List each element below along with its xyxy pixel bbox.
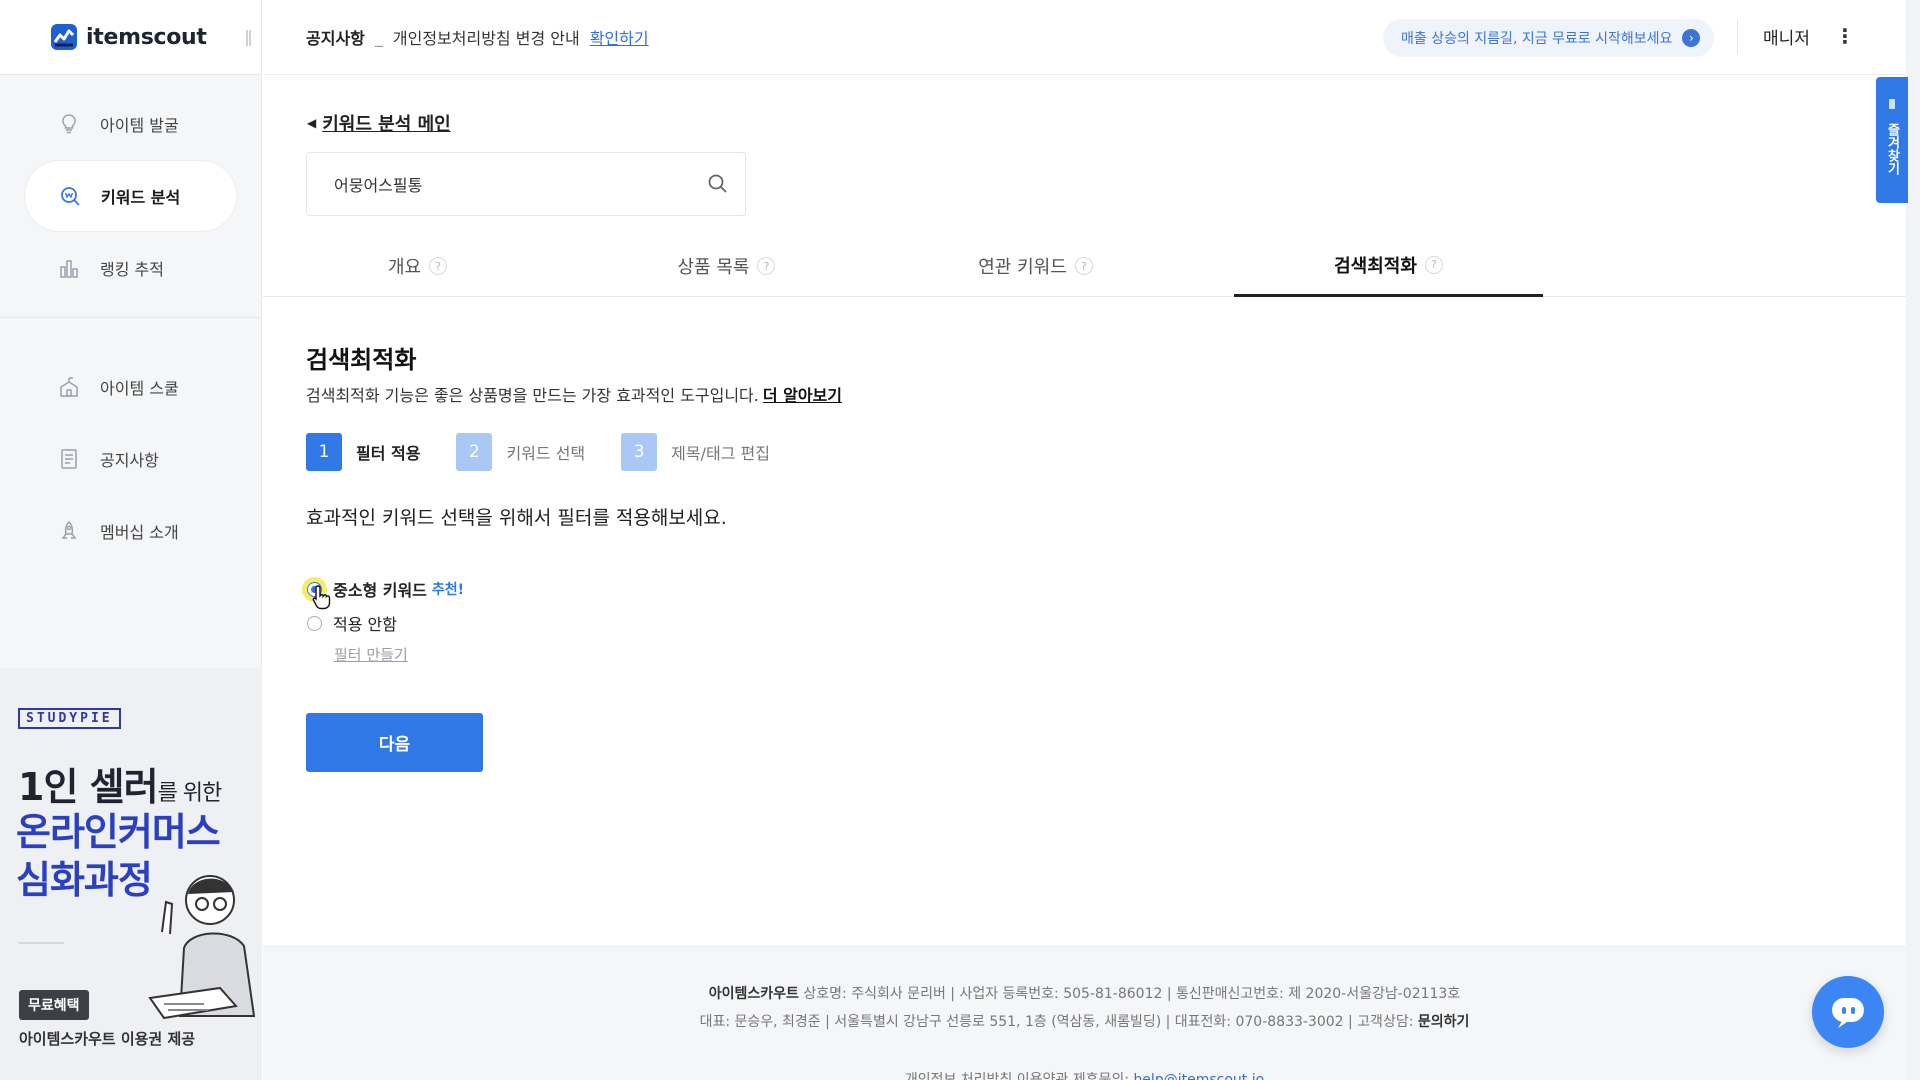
contact-link[interactable]: 문의하기 xyxy=(1418,1014,1470,1030)
footer-links: 개인정보 처리방침 이용약관 제휴문의: help@itemscout.io xyxy=(263,1069,1906,1080)
itemscout-logo-icon[interactable] xyxy=(50,23,78,51)
keyword-search-icon xyxy=(59,185,81,207)
step-label: 키워드 선택 xyxy=(506,444,586,463)
step-label: 필터 적용 xyxy=(356,444,421,463)
analysis-tabs: 개요 ? 상품 목록 ? 연관 키워드 ? 검색최적화 ? xyxy=(263,235,1906,297)
section-title: 검색최적화 xyxy=(306,346,417,374)
top-bar: 공지사항 _ 개인정보처리방침 변경 안내 확인하기 매출 상승의 지름길, 지… xyxy=(263,0,1920,75)
footer-contact-info: 대표: 문승우, 최경준 | 서울특별시 강남구 선릉로 551, 1층 (역삼… xyxy=(699,1014,1470,1030)
scrollbar-track[interactable] xyxy=(1906,0,1920,1080)
learn-more-link[interactable]: 더 알아보기 xyxy=(763,386,842,405)
footer-company-info: 아이템스카우트 상호명: 주식회사 문리버 | 사업자 등록번호: 505-81… xyxy=(708,986,1461,1002)
banner-footnote: 아이템스카우트 이용권 제공 xyxy=(19,1030,196,1048)
make-filter-link[interactable]: 필터 만들기 xyxy=(334,644,408,665)
notice-text: 개인정보처리방침 변경 안내 xyxy=(392,29,580,48)
notice-icon xyxy=(58,448,80,470)
footer: 아이템스카우트 상호명: 주식회사 문리버 | 사업자 등록번호: 505-81… xyxy=(263,946,1906,1080)
banner-headline: 1인 셀러를 위한 xyxy=(18,765,222,809)
promo-text: 매출 상승의 지름길, 지금 무료로 시작해보세요 xyxy=(1401,31,1673,47)
keyword-search-input[interactable] xyxy=(334,174,674,194)
banner-brand-logo: STUDYPIE xyxy=(18,708,121,729)
logo-bar: itemscout xyxy=(0,0,261,75)
tab-related-keywords[interactable]: 연관 키워드 ? xyxy=(881,235,1190,297)
chat-button[interactable] xyxy=(1812,976,1884,1048)
step-number: 1 xyxy=(306,433,342,471)
notice-banner: 공지사항 _ 개인정보처리방침 변경 안내 확인하기 xyxy=(306,25,649,49)
school-icon xyxy=(58,376,80,398)
step-title-tag[interactable]: 3 제목/태그 편집 xyxy=(621,433,770,471)
seller-illustration-icon xyxy=(148,875,256,1020)
help-icon[interactable]: ? xyxy=(757,257,776,275)
next-button[interactable]: 다음 xyxy=(306,713,483,772)
notice-separator: _ xyxy=(374,27,383,47)
step-number: 2 xyxy=(456,433,493,471)
nav-group-secondary: 아이템 스쿨 공지사항 멤버십 소개 xyxy=(0,318,261,567)
banner-divider xyxy=(18,942,64,944)
sidebar-item-label: 아이템 스쿨 xyxy=(100,379,179,398)
hand-cursor-icon xyxy=(312,585,331,610)
tab-search-optimization[interactable]: 검색최적화 ? xyxy=(1234,235,1543,297)
option-no-filter[interactable]: 적용 안함 xyxy=(307,606,464,640)
tab-label: 상품 목록 xyxy=(677,257,750,278)
logo-text[interactable]: itemscout xyxy=(86,25,207,50)
chat-bubble-icon xyxy=(1832,998,1864,1028)
back-to-keyword-main-link[interactable]: ◀ 키워드 분석 메인 xyxy=(307,110,451,136)
back-link-label: 키워드 분석 메인 xyxy=(322,114,451,135)
recommended-tag: 추천! xyxy=(431,582,465,598)
help-icon[interactable]: ? xyxy=(1424,255,1443,274)
step-number: 3 xyxy=(621,433,658,471)
sidebar-item-keyword-analysis[interactable]: 키워드 분석 xyxy=(24,160,237,232)
nav-group-primary: 아이템 발굴 키워드 분석 랭킹 추적 xyxy=(0,75,261,318)
bar-chart-icon xyxy=(58,257,80,279)
more-vertical-icon[interactable]: ⋮ xyxy=(1835,24,1855,48)
manager-menu[interactable]: 매니저 xyxy=(1763,24,1810,49)
sidebar-item-label: 아이템 발굴 xyxy=(100,116,179,135)
notice-confirm-link[interactable]: 확인하기 xyxy=(590,25,649,49)
promo-pill[interactable]: 매출 상승의 지름길, 지금 무료로 시작해보세요 › xyxy=(1383,19,1715,57)
banner-free-badge: 무료혜택 xyxy=(19,990,89,1020)
step-keyword[interactable]: 2 키워드 선택 xyxy=(456,433,585,471)
section-description: 검색최적화 기능은 좋은 상품명을 만드는 가장 효과적인 도구입니다. 더 알아… xyxy=(306,386,843,405)
filter-prompt: 효과적인 키워드 선택을 위해서 필터를 적용해보세요. xyxy=(306,507,727,529)
help-icon[interactable]: ? xyxy=(1074,257,1093,275)
tab-label: 개요 xyxy=(387,257,422,278)
sidebar-collapse-handle[interactable] xyxy=(246,30,251,46)
chevron-right-icon: › xyxy=(1682,29,1701,47)
lightbulb-icon xyxy=(58,113,80,135)
sidebar: itemscout 아이템 발굴 키워드 분석 랭킹 추적 아이템 스쿨 공지사… xyxy=(0,0,262,1080)
tab-product-list[interactable]: 상품 목록 ? xyxy=(572,235,881,297)
step-label: 제목/태그 편집 xyxy=(671,444,770,463)
sidebar-item-label: 멤버십 소개 xyxy=(100,523,179,542)
sidebar-item-label: 키워드 분석 xyxy=(101,188,181,207)
tab-label: 연관 키워드 xyxy=(978,257,1067,278)
partnership-email-link[interactable]: help@itemscout.io xyxy=(1133,1072,1264,1080)
topbar-divider xyxy=(1737,20,1738,54)
sidebar-item-item-school[interactable]: 아이템 스쿨 xyxy=(24,351,237,423)
favorites-tab[interactable]: 즐겨찾기 xyxy=(1876,77,1908,203)
rocket-icon xyxy=(58,520,80,542)
step-indicator: 1 필터 적용 2 키워드 선택 3 제목/태그 편집 xyxy=(306,433,806,471)
step-filter[interactable]: 1 필터 적용 xyxy=(306,433,420,471)
option-label: 중소형 키워드 xyxy=(333,581,427,600)
sidebar-item-notice[interactable]: 공지사항 xyxy=(24,423,237,495)
studypie-banner[interactable]: STUDYPIE 1인 셀러를 위한 온라인커머스 심화과정 무료혜택 아이템스카… xyxy=(0,668,262,1080)
option-label: 적용 안함 xyxy=(333,615,397,634)
sidebar-item-item-discovery[interactable]: 아이템 발굴 xyxy=(24,88,237,160)
tab-label: 검색최적화 xyxy=(1334,255,1417,277)
radio-no-filter[interactable] xyxy=(307,615,322,631)
caret-left-icon: ◀ xyxy=(307,116,317,130)
keyword-search-box xyxy=(306,152,746,216)
search-icon[interactable] xyxy=(707,173,729,195)
sidebar-item-membership[interactable]: 멤버십 소개 xyxy=(24,495,237,567)
notice-tag: 공지사항 xyxy=(306,29,365,48)
sidebar-item-label: 공지사항 xyxy=(100,451,159,470)
tab-overview[interactable]: 개요 ? xyxy=(263,235,572,297)
help-icon[interactable]: ? xyxy=(429,257,448,275)
sidebar-item-label: 랭킹 추적 xyxy=(100,260,164,279)
sidebar-item-ranking[interactable]: 랭킹 추적 xyxy=(24,232,237,304)
